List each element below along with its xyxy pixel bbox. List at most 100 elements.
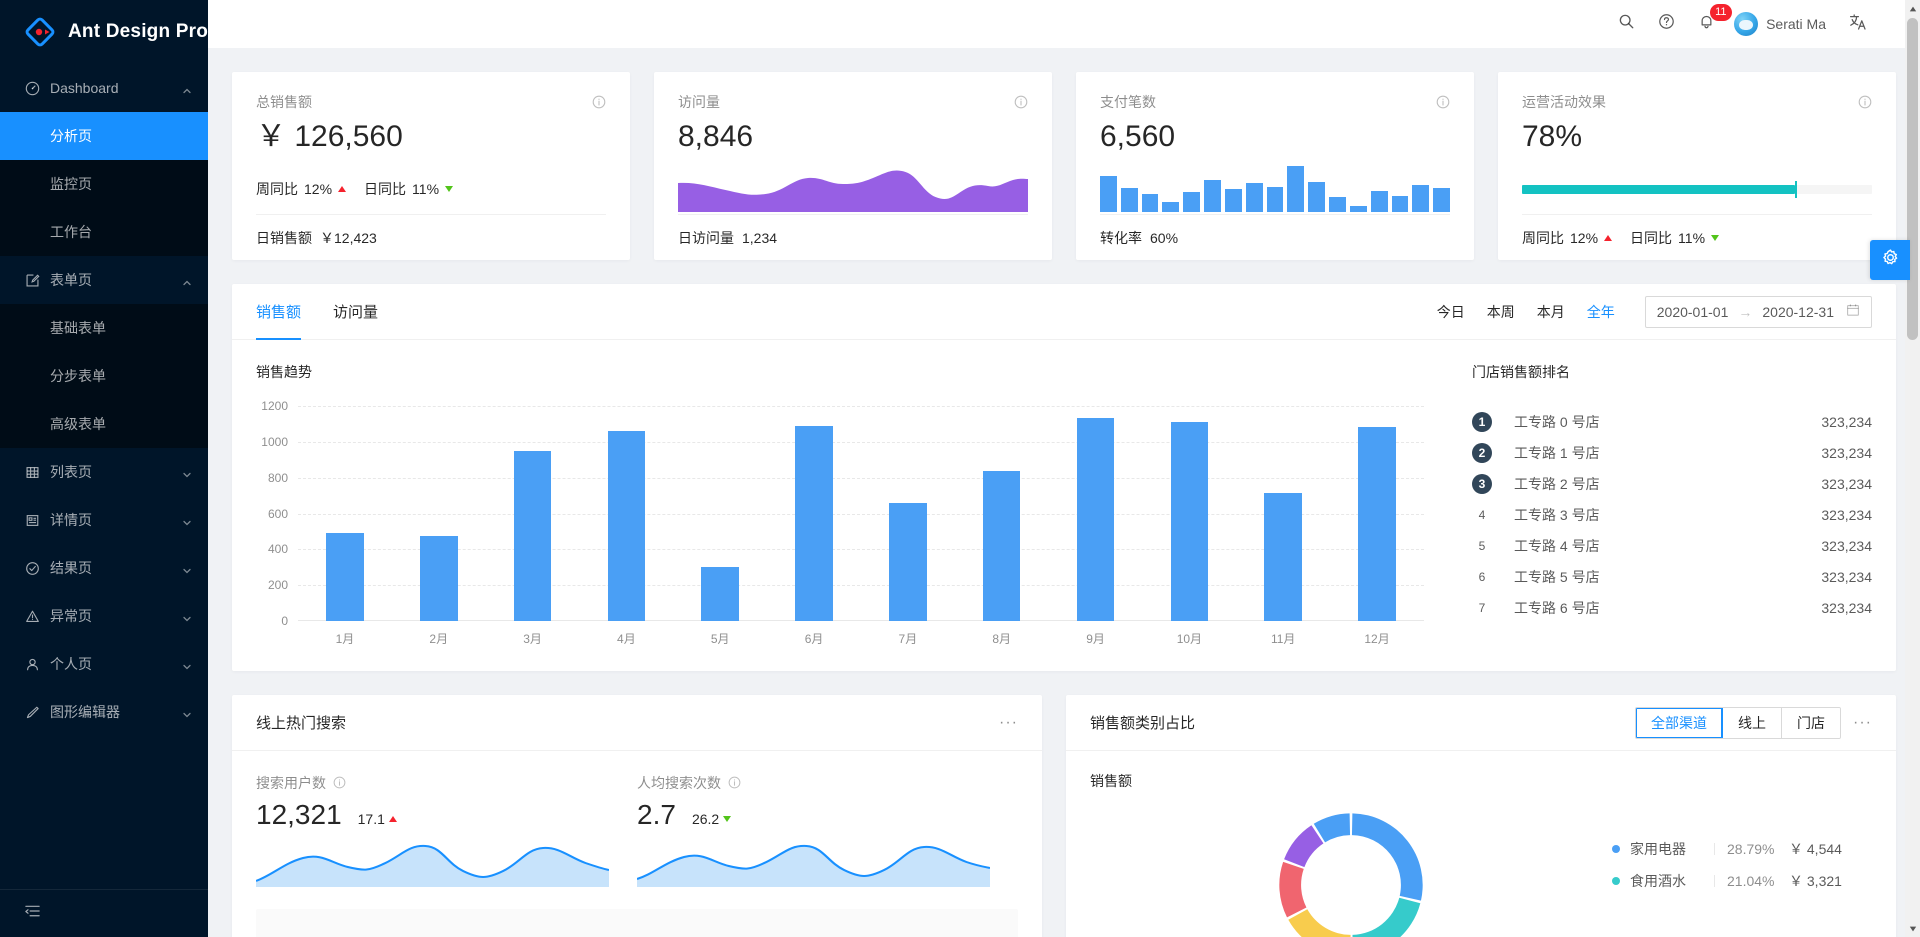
sidebar-item-result[interactable]: 结果页 bbox=[0, 544, 208, 592]
sidebar-logo[interactable]: Ant Design Pro bbox=[0, 0, 208, 64]
scroll-up-arrow-icon[interactable] bbox=[1905, 0, 1920, 17]
sidebar-item-label: 个人页 bbox=[50, 656, 92, 672]
sidebar-item-graph-editor[interactable]: 图形编辑器 bbox=[0, 688, 208, 736]
legend-color-dot bbox=[1612, 877, 1620, 885]
sidebar-item-advanced-form[interactable]: 高级表单 bbox=[0, 400, 208, 448]
rank-row[interactable]: 6 工专路 5 号店 323,234 bbox=[1472, 561, 1872, 592]
rank-store-name: 工专路 1 号店 bbox=[1514, 444, 1600, 461]
rank-title: 门店销售额排名 bbox=[1472, 364, 1570, 380]
user-menu[interactable]: Serati Ma bbox=[1726, 0, 1838, 48]
bar-slot[interactable] bbox=[579, 406, 673, 621]
search-button[interactable] bbox=[1606, 0, 1646, 48]
sidebar-item-step-form[interactable]: 分步表单 bbox=[0, 352, 208, 400]
date-end-input[interactable]: 2020-12-31 bbox=[1762, 304, 1834, 320]
bar-slot[interactable] bbox=[861, 406, 955, 621]
rank-row[interactable]: 1 工专路 0 号店 323,234 bbox=[1472, 406, 1872, 437]
page-scrollbar[interactable] bbox=[1905, 0, 1920, 937]
date-filters: 今日 本周 本月 全年 2020-01-01 → 2020-12-31 bbox=[1437, 295, 1872, 328]
sidebar-submenu-form: 基础表单 分步表单 高级表单 bbox=[0, 304, 208, 448]
sidebar-collapse-button[interactable] bbox=[0, 889, 208, 937]
sales-bar[interactable] bbox=[1170, 422, 1209, 621]
sales-bar[interactable] bbox=[701, 567, 739, 621]
bar-slot[interactable] bbox=[1142, 406, 1236, 621]
ellipsis-icon[interactable]: ··· bbox=[999, 714, 1018, 732]
sidebar-item-monitor[interactable]: 监控页 bbox=[0, 160, 208, 208]
sidebar-item-basic-form[interactable]: 基础表单 bbox=[0, 304, 208, 352]
sidebar-item-account[interactable]: 个人页 bbox=[0, 640, 208, 688]
segment-all-channels[interactable]: 全部渠道 bbox=[1636, 707, 1724, 738]
sidebar-item-list[interactable]: 列表页 bbox=[0, 448, 208, 496]
date-range-picker[interactable]: 2020-01-01 → 2020-12-31 bbox=[1644, 295, 1872, 328]
bar-slot[interactable] bbox=[1049, 406, 1143, 621]
sales-bar[interactable] bbox=[889, 502, 927, 621]
donut-slice[interactable] bbox=[1351, 813, 1423, 901]
calendar-icon[interactable] bbox=[1846, 303, 1860, 320]
sidebar-item-analysis[interactable]: 分析页 bbox=[0, 112, 208, 160]
notifications-button[interactable]: 11 bbox=[1686, 0, 1732, 48]
donut-slice[interactable] bbox=[1279, 861, 1307, 918]
donut-slice[interactable] bbox=[1284, 825, 1324, 868]
settings-fab-button[interactable] bbox=[1870, 240, 1910, 280]
bar-slot[interactable] bbox=[955, 406, 1049, 621]
segment-online[interactable]: 线上 bbox=[1723, 707, 1783, 738]
brand-name: Ant Design Pro bbox=[68, 21, 209, 42]
filter-this-week[interactable]: 本周 bbox=[1487, 302, 1515, 322]
ellipsis-icon[interactable]: ··· bbox=[1853, 714, 1872, 732]
info-circle-icon[interactable] bbox=[333, 776, 347, 790]
rank-number: 6 bbox=[1478, 569, 1486, 584]
mini-bar bbox=[1162, 201, 1180, 212]
sales-bar[interactable] bbox=[1358, 426, 1396, 621]
sidebar-item-workplace[interactable]: 工作台 bbox=[0, 208, 208, 256]
arrow-down-icon bbox=[1711, 234, 1720, 241]
filter-today[interactable]: 今日 bbox=[1437, 302, 1465, 322]
scrollbar-thumb[interactable] bbox=[1907, 18, 1918, 340]
help-button[interactable] bbox=[1646, 0, 1686, 48]
sales-bar[interactable] bbox=[419, 535, 458, 621]
info-circle-icon[interactable] bbox=[728, 776, 742, 790]
chevron-up-icon bbox=[182, 275, 192, 286]
date-start-input[interactable]: 2020-01-01 bbox=[1657, 304, 1729, 320]
sales-bar[interactable] bbox=[513, 450, 552, 621]
bar-slot[interactable] bbox=[673, 406, 767, 621]
bar-slot[interactable] bbox=[298, 406, 392, 621]
language-button[interactable] bbox=[1838, 0, 1878, 48]
main-area: 11 Serati Ma 总销售额 ￥ 126,560 周同比 12% 日同比 … bbox=[208, 0, 1920, 937]
payments-mini-bar-chart bbox=[1100, 166, 1451, 212]
donut-slice[interactable] bbox=[1288, 909, 1351, 937]
sales-bar[interactable] bbox=[1264, 492, 1302, 621]
sales-bar[interactable] bbox=[1076, 417, 1115, 621]
rank-row[interactable]: 2 工专路 1 号店 323,234 bbox=[1472, 437, 1872, 468]
filter-this-month[interactable]: 本月 bbox=[1537, 302, 1565, 322]
bar-slot[interactable] bbox=[767, 406, 861, 621]
donut-slice[interactable] bbox=[1352, 897, 1421, 937]
info-circle-icon[interactable] bbox=[1436, 95, 1450, 109]
sidebar-item-profile[interactable]: 详情页 bbox=[0, 496, 208, 544]
filter-this-year[interactable]: 全年 bbox=[1587, 302, 1615, 322]
content-scroll-area[interactable]: 总销售额 ￥ 126,560 周同比 12% 日同比 11% 日销售额 ￥12,… bbox=[208, 48, 1920, 937]
tab-sales[interactable]: 销售额 bbox=[256, 284, 302, 340]
info-circle-icon[interactable] bbox=[1014, 95, 1028, 109]
bar-slot[interactable] bbox=[1330, 406, 1424, 621]
sidebar-item-exception[interactable]: 异常页 bbox=[0, 592, 208, 640]
info-circle-icon[interactable] bbox=[1858, 95, 1872, 109]
sales-bar[interactable] bbox=[982, 471, 1021, 621]
rank-row[interactable]: 7 工专路 6 号店 323,234 bbox=[1472, 592, 1872, 623]
segment-stores[interactable]: 门店 bbox=[1782, 707, 1841, 738]
metric-label: 搜索用户数 bbox=[256, 775, 326, 791]
sales-bar[interactable] bbox=[795, 425, 833, 621]
stat-card-payments: 支付笔数 6,560 转化率 60% bbox=[1076, 72, 1474, 260]
tab-visits[interactable]: 访问量 bbox=[333, 284, 378, 340]
sidebar-item-form[interactable]: 表单页 bbox=[0, 256, 208, 304]
rank-row[interactable]: 4 工专路 3 号店 323,234 bbox=[1472, 499, 1872, 530]
bar-slot[interactable] bbox=[1236, 406, 1330, 621]
sales-bar[interactable] bbox=[326, 533, 364, 621]
x-axis-tick: 8月 bbox=[992, 632, 1012, 646]
info-circle-icon[interactable] bbox=[592, 95, 606, 109]
sidebar-item-dashboard[interactable]: Dashboard bbox=[0, 64, 208, 112]
bar-slot[interactable] bbox=[486, 406, 580, 621]
rank-row[interactable]: 5 工专路 4 号店 323,234 bbox=[1472, 530, 1872, 561]
rank-row[interactable]: 3 工专路 2 号店 323,234 bbox=[1472, 468, 1872, 499]
scroll-down-arrow-icon[interactable] bbox=[1905, 920, 1920, 937]
sales-bar[interactable] bbox=[607, 431, 646, 621]
bar-slot[interactable] bbox=[392, 406, 486, 621]
